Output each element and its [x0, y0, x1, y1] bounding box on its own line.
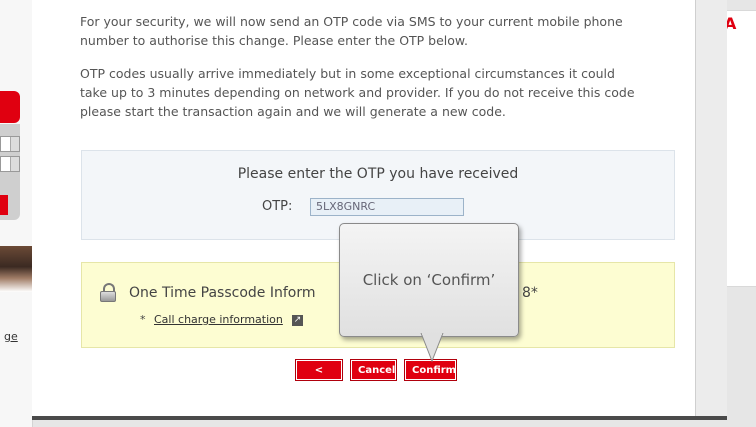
background-select-1: [0, 136, 20, 152]
footnote-star: *: [140, 313, 146, 326]
lock-icon: [100, 283, 116, 302]
background-select-2: [0, 156, 20, 172]
background-red-button: [0, 195, 8, 215]
info-title-suffix: 8*: [522, 285, 538, 301]
back-button[interactable]: < Back: [295, 359, 343, 394]
delivery-message: OTP codes usually arrive immediately but…: [80, 66, 635, 119]
background-red-tab: [0, 91, 20, 123]
instruction-tooltip: Click on ‘Confirm’: [339, 223, 519, 337]
modal-overlay: [695, 0, 727, 416]
otp-dialog: For your security, we will now send an O…: [32, 0, 696, 416]
tooltip-pointer: [420, 333, 444, 363]
modal-bottom-edge: [32, 416, 727, 420]
info-title: One Time Passcode Inform: [129, 285, 316, 301]
background-photo: [0, 246, 32, 292]
security-message: For your security, we will now send an O…: [80, 14, 623, 48]
otp-label: OTP:: [262, 199, 293, 214]
tooltip-text: Click on ‘Confirm’: [362, 271, 496, 289]
background-left-panel: ge: [0, 0, 33, 427]
otp-input[interactable]: [310, 198, 464, 216]
background-link: ge: [4, 330, 18, 343]
cancel-button[interactable]: Cancel: [350, 359, 397, 381]
otp-heading: Please enter the OTP you have received: [237, 166, 519, 182]
call-charge-link[interactable]: Call charge information: [154, 313, 283, 326]
confirm-button[interactable]: Confirm: [404, 359, 457, 381]
external-link-icon[interactable]: ↗: [292, 315, 303, 326]
